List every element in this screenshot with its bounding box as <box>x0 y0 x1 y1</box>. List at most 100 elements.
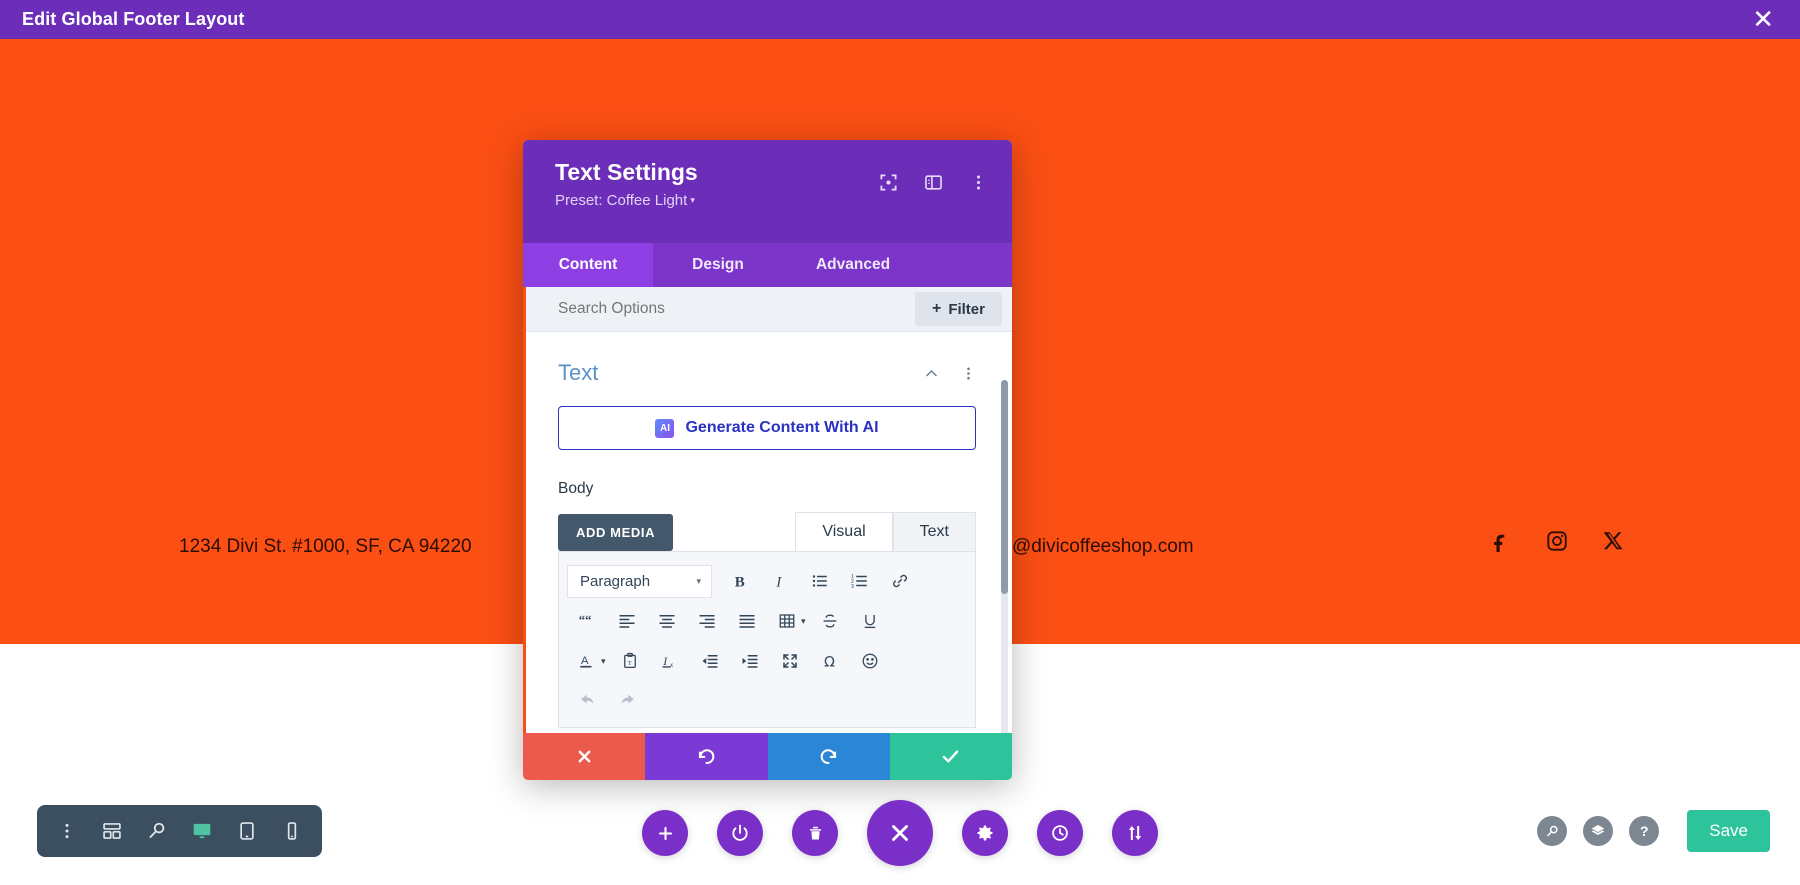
modal-tabs: Content Design Advanced <box>523 243 1012 287</box>
tab-content[interactable]: Content <box>523 243 653 287</box>
save-button[interactable] <box>889 733 1012 780</box>
more-vertical-icon[interactable] <box>969 173 988 192</box>
phone-view-icon[interactable] <box>277 816 307 846</box>
special-character-icon[interactable]: Ω <box>810 643 850 679</box>
blockquote-icon[interactable]: ““ <box>567 603 607 639</box>
tab-text[interactable]: Text <box>892 512 976 551</box>
layout-panel-icon[interactable] <box>924 173 943 192</box>
format-select[interactable]: Paragraph ▾ <box>567 564 712 598</box>
instagram-icon[interactable] <box>1546 530 1568 552</box>
svg-text:T: T <box>627 660 632 667</box>
editor-mode-tabs: Visual Text <box>795 512 976 551</box>
tab-visual[interactable]: Visual <box>795 512 893 551</box>
focus-target-icon[interactable] <box>879 173 898 192</box>
tab-design[interactable]: Design <box>653 243 783 287</box>
redo-icon[interactable] <box>607 683 647 719</box>
add-icon[interactable] <box>642 810 688 856</box>
help-icon[interactable]: ? <box>1629 816 1660 846</box>
sort-updown-icon[interactable] <box>1112 810 1158 856</box>
more-vertical-icon[interactable] <box>52 816 82 846</box>
undo-icon[interactable] <box>567 683 607 719</box>
align-left-icon[interactable] <box>607 603 647 639</box>
svg-text:I: I <box>662 654 668 668</box>
strikethrough-icon[interactable] <box>810 603 850 639</box>
section-title: Text <box>558 360 599 385</box>
footer-address-text: 1234 Divi St. #1000, SF, CA 94220 <box>179 536 472 557</box>
close-icon[interactable]: ✕ <box>1748 7 1778 33</box>
undo-button[interactable] <box>645 733 768 780</box>
options-scroll-area: Text AI Generate Content With AI Body AD… <box>526 332 1012 733</box>
svg-text:Ω: Ω <box>824 654 835 670</box>
wireframe-icon[interactable] <box>97 816 127 846</box>
ai-button-label: Generate Content With AI <box>685 419 879 436</box>
fullscreen-icon[interactable] <box>770 643 810 679</box>
generate-content-with-ai-button[interactable]: AI Generate Content With AI <box>558 406 976 450</box>
chevron-down-icon[interactable]: ▾ <box>601 656 606 667</box>
align-center-icon[interactable] <box>647 603 687 639</box>
modal-header-titles: Text Settings Preset: Coffee Light ▾ <box>555 159 698 209</box>
svg-text:3: 3 <box>851 584 854 590</box>
editor-toolbar-row-1: Paragraph ▾ B I 1 2 3 <box>567 561 967 601</box>
add-media-button[interactable]: ADD MEDIA <box>558 514 674 551</box>
scrollbar-thumb[interactable] <box>1001 380 1008 594</box>
section-controls <box>924 366 976 381</box>
link-icon[interactable] <box>880 563 920 599</box>
numbered-list-icon[interactable]: 123 <box>840 563 880 599</box>
emoji-icon[interactable] <box>850 643 890 679</box>
filter-button[interactable]: + Filter <box>914 292 1002 326</box>
format-select-value: Paragraph <box>580 572 651 590</box>
tablet-view-icon[interactable] <box>232 816 262 846</box>
search-row: + Filter <box>526 287 1012 332</box>
align-justify-icon[interactable] <box>727 603 767 639</box>
options-scrollbar[interactable] <box>1001 380 1008 733</box>
layout-canvas: 1234 Divi St. #1000, SF, CA 94220 @divic… <box>0 39 1800 885</box>
search-input[interactable] <box>558 300 818 318</box>
modal-title: Text Settings <box>555 159 698 185</box>
zoom-out-icon[interactable] <box>1537 816 1568 846</box>
bold-icon[interactable]: B <box>720 563 760 599</box>
divi-builder-screen: Edit Global Footer Layout ✕ 1234 Divi St… <box>0 0 1800 885</box>
layers-icon[interactable] <box>1583 816 1614 846</box>
svg-text:““: ““ <box>579 613 592 627</box>
trash-icon[interactable] <box>792 810 838 856</box>
filter-label: Filter <box>948 300 985 318</box>
save-button[interactable]: Save <box>1687 810 1770 852</box>
ai-badge-icon: AI <box>655 418 675 438</box>
page-title: Edit Global Footer Layout <box>22 9 245 29</box>
history-clock-icon[interactable] <box>1037 810 1083 856</box>
text-section-header: Text <box>558 332 976 406</box>
redo-button[interactable] <box>767 733 890 780</box>
x-twitter-icon[interactable] <box>1603 530 1625 552</box>
chevron-down-icon: ▾ <box>690 195 695 205</box>
power-icon[interactable] <box>717 810 763 856</box>
svg-text:x: x <box>670 663 673 669</box>
desktop-view-icon[interactable] <box>187 816 217 846</box>
indent-icon[interactable] <box>730 643 770 679</box>
chevron-down-icon: ▾ <box>696 575 701 586</box>
bulleted-list-icon[interactable] <box>800 563 840 599</box>
left-view-dock <box>37 805 322 857</box>
tab-advanced[interactable]: Advanced <box>783 243 923 287</box>
svg-text:A: A <box>581 655 589 667</box>
underline-icon[interactable] <box>850 603 890 639</box>
more-vertical-icon[interactable] <box>961 366 976 381</box>
chevron-down-icon[interactable]: ▾ <box>801 616 806 627</box>
cancel-button[interactable] <box>523 733 646 780</box>
global-layout-topbar: Edit Global Footer Layout ✕ <box>0 0 1800 39</box>
settings-gear-icon[interactable] <box>962 810 1008 856</box>
chevron-up-icon[interactable] <box>924 366 939 381</box>
svg-text:B: B <box>735 574 745 590</box>
italic-icon[interactable]: I <box>760 563 800 599</box>
svg-text:I: I <box>775 574 782 590</box>
outdent-icon[interactable] <box>690 643 730 679</box>
align-right-icon[interactable] <box>687 603 727 639</box>
editor-toolbar: Paragraph ▾ B I 1 2 3 ““ ▾ A ▾ T I x Ω <box>558 551 976 728</box>
preset-selector[interactable]: Preset: Coffee Light ▾ <box>555 192 698 209</box>
paste-as-text-icon[interactable]: T <box>610 643 650 679</box>
editor-toolbar-row-2: ““ ▾ <box>567 601 967 641</box>
clear-formatting-icon[interactable]: Ix <box>650 643 690 679</box>
facebook-icon[interactable] <box>1489 530 1511 552</box>
zoom-out-icon[interactable] <box>142 816 172 846</box>
close-menu-icon[interactable] <box>867 800 933 866</box>
plus-icon: + <box>931 300 942 317</box>
